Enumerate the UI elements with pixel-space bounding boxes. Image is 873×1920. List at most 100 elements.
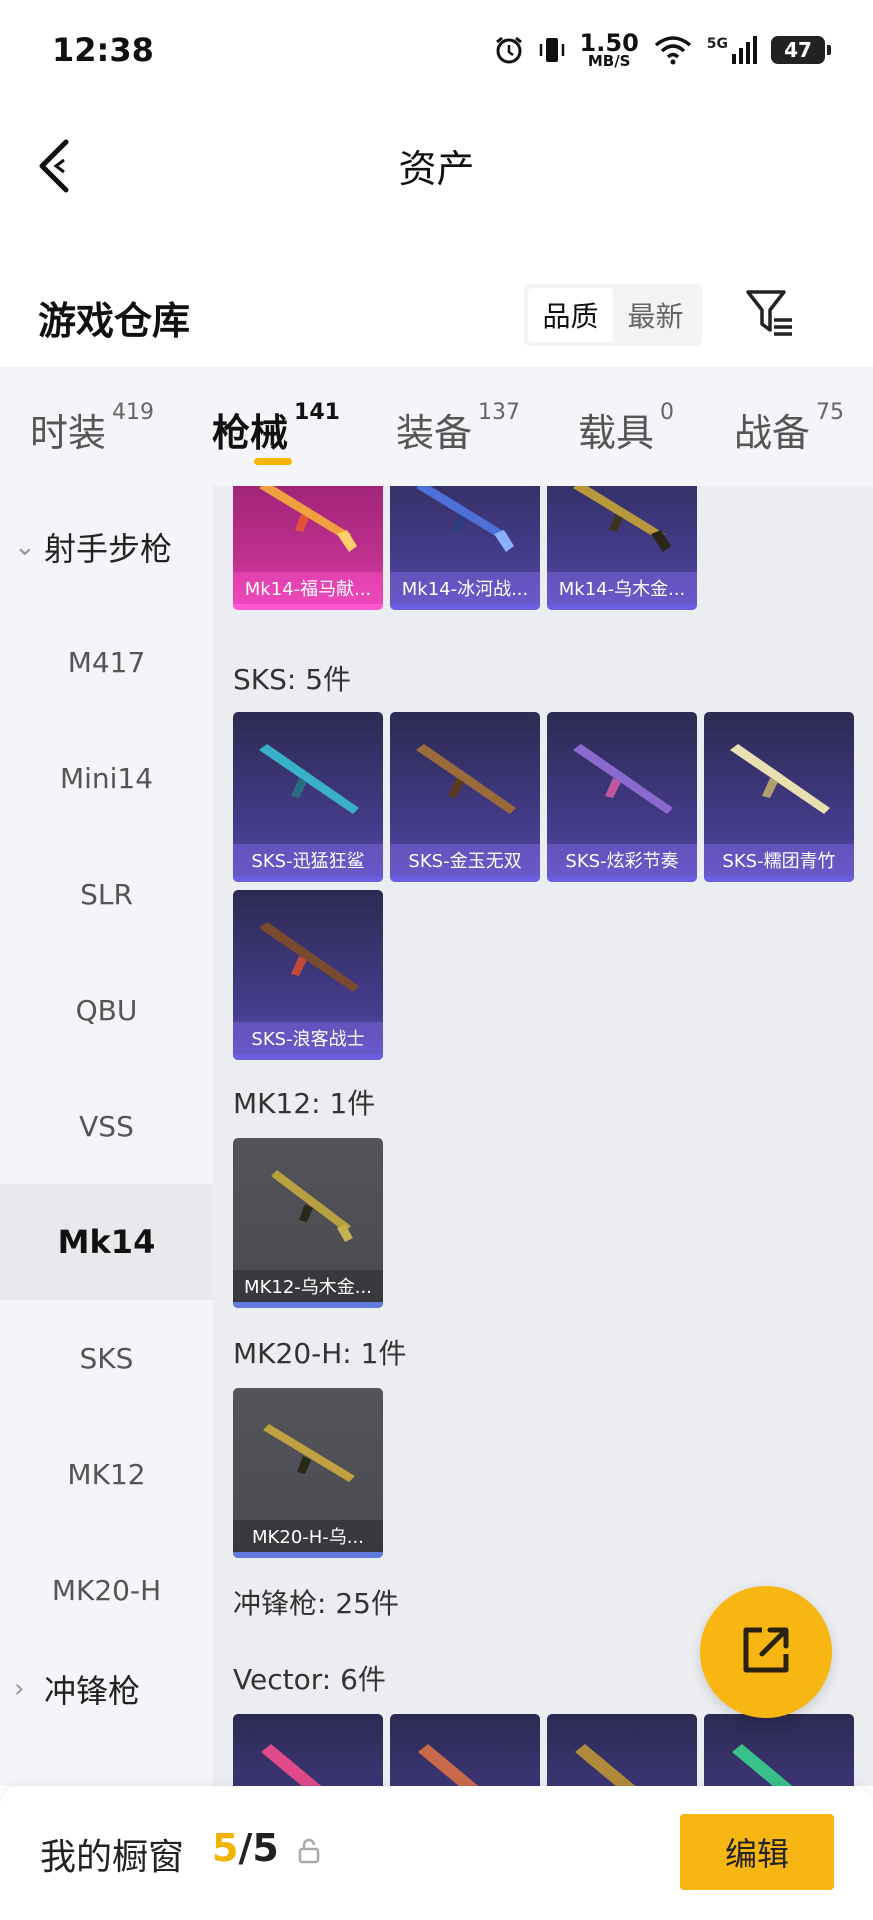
sidebar-item-mini14[interactable]: Mini14 [0, 720, 213, 836]
item-label: SKS-浪客战士 [233, 1022, 383, 1054]
sidebar-group-label: 射手步枪 [44, 530, 173, 568]
item-card[interactable]: Mk14-冰河战... [390, 486, 540, 610]
sidebar-group-label: 冲锋枪 [44, 1672, 141, 1710]
sidebar-item-slr[interactable]: SLR [0, 836, 213, 952]
rarity-bar [547, 876, 697, 882]
section-header-mk20h: MK20-H: 1件 [233, 1337, 407, 1370]
gun-image [259, 486, 357, 552]
section-header-mk12: MK12: 1件 [233, 1087, 376, 1120]
item-card[interactable]: SKS-迅猛狂鲨 [233, 712, 383, 882]
item-card[interactable]: 3级 Mk14-福马献... [233, 486, 383, 610]
item-label: MK12-乌木金... [233, 1270, 383, 1302]
rarity-bar [233, 1302, 383, 1308]
page-title: 资产 [398, 146, 475, 191]
gun-image [271, 1170, 353, 1242]
chevron-right-icon: › [14, 1674, 25, 1704]
tab-supplies[interactable]: 战备 75 [734, 400, 844, 457]
alarm-icon [494, 35, 524, 65]
gun-image [418, 1744, 479, 1786]
item-label: Mk14-冰河战... [390, 572, 540, 604]
section-header-smg: 冲锋枪: 25件 [233, 1587, 399, 1620]
status-icons: 1.50 MB/S 5G 47 [494, 28, 831, 70]
item-label: Mk14-乌木金... [547, 572, 697, 604]
gun-image [573, 744, 673, 814]
item-card[interactable]: SKS-糯团青竹 [704, 712, 854, 882]
tab-equipment[interactable]: 装备 137 [396, 400, 520, 457]
header: 资产 [0, 100, 873, 230]
item-label: MK20-H-乌... [233, 1520, 383, 1552]
rarity-bar [390, 604, 540, 610]
gun-image [573, 486, 671, 552]
sidebar-group-marksman[interactable]: ⌄ 射手步枪 [14, 524, 172, 570]
item-card[interactable]: Mk14-乌木金... [547, 486, 697, 610]
net-speed: 1.50 MB/S [579, 28, 639, 70]
filter-icon[interactable] [744, 286, 796, 340]
section-header-sks: SKS: 5件 [233, 663, 352, 696]
battery-icon: 47 [771, 36, 831, 64]
back-arrow-icon[interactable] [34, 136, 84, 196]
item-card[interactable] [233, 1714, 383, 1786]
sidebar: ⌄ 射手步枪 M417 Mini14 SLR QBU VSS Mk14 SKS … [0, 486, 213, 1786]
showcase-label: 我的橱窗 [40, 1837, 185, 1878]
sort-option-quality[interactable]: 品质 [528, 288, 613, 342]
wifi-icon [653, 35, 693, 65]
signal-icon: 5G [707, 36, 757, 64]
section-header-vector: Vector: 6件 [233, 1663, 386, 1696]
item-card[interactable] [704, 1714, 854, 1786]
status-time: 12:38 [52, 31, 154, 69]
sidebar-item-vss[interactable]: VSS [0, 1068, 213, 1184]
rarity-bar [547, 604, 697, 610]
showcase-count: 5/5 [212, 1826, 279, 1870]
share-button[interactable] [700, 1586, 832, 1718]
tab-vehicles[interactable]: 载具 0 [578, 400, 674, 457]
edit-button[interactable]: 编辑 [680, 1814, 834, 1890]
chevron-down-icon: ⌄ [14, 532, 36, 562]
sidebar-item-mk12[interactable]: MK12 [0, 1416, 213, 1532]
sort-toggle: 品质 最新 [524, 284, 702, 346]
rarity-bar [233, 876, 383, 882]
gun-image [575, 1744, 636, 1786]
item-card[interactable]: MK12-乌木金... [233, 1138, 383, 1308]
status-bar: 12:38 1.50 MB/S 5G 47 [0, 0, 873, 100]
item-label: Mk14-福马献... [233, 572, 383, 604]
lock-icon [298, 1838, 320, 1864]
sidebar-item-mk14[interactable]: Mk14 [0, 1184, 213, 1300]
rarity-bar [233, 1054, 383, 1060]
gun-image [416, 744, 516, 814]
bottom-bar: 我的橱窗 5/5 编辑 [0, 1786, 873, 1920]
sidebar-item-mk20h[interactable]: MK20-H [0, 1532, 213, 1648]
item-card[interactable]: SKS-金玉无双 [390, 712, 540, 882]
gun-image [416, 486, 514, 552]
sidebar-item-m417[interactable]: M417 [0, 604, 213, 720]
item-card[interactable] [390, 1714, 540, 1786]
sidebar-item-qbu[interactable]: QBU [0, 952, 213, 1068]
item-card[interactable]: SKS-浪客战士 [233, 890, 383, 1060]
vibrate-icon [538, 35, 566, 65]
item-label: SKS-金玉无双 [390, 844, 540, 876]
item-label: SKS-炫彩节奏 [547, 844, 697, 876]
sort-option-newest[interactable]: 最新 [613, 288, 698, 342]
warehouse-row: 游戏仓库 品质 最新 [0, 262, 873, 362]
tab-fashion[interactable]: 时装 419 [30, 400, 154, 457]
tab-weapons[interactable]: 枪械 141 [212, 400, 340, 457]
warehouse-title: 游戏仓库 [38, 299, 191, 343]
rarity-bar [390, 876, 540, 882]
sidebar-group-smg[interactable]: › 冲锋枪 [14, 1666, 140, 1712]
gun-image [259, 744, 359, 814]
item-label: SKS-糯团青竹 [704, 844, 854, 876]
share-external-icon [738, 1622, 794, 1682]
sidebar-item-sks[interactable]: SKS [0, 1300, 213, 1416]
rarity-bar [233, 604, 383, 610]
item-card[interactable]: SKS-炫彩节奏 [547, 712, 697, 882]
gun-image [263, 1424, 355, 1482]
tab-indicator [254, 458, 292, 465]
category-tabs: 时装 419 枪械 141 装备 137 载具 0 战备 75 [0, 366, 873, 486]
item-card[interactable]: MK20-H-乌... [233, 1388, 383, 1558]
rarity-bar [704, 876, 854, 882]
item-label: SKS-迅猛狂鲨 [233, 844, 383, 876]
item-card[interactable] [547, 1714, 697, 1786]
rarity-bar [233, 1552, 383, 1558]
gun-image [730, 744, 830, 814]
gun-image [259, 922, 359, 992]
gun-image [732, 1744, 793, 1786]
